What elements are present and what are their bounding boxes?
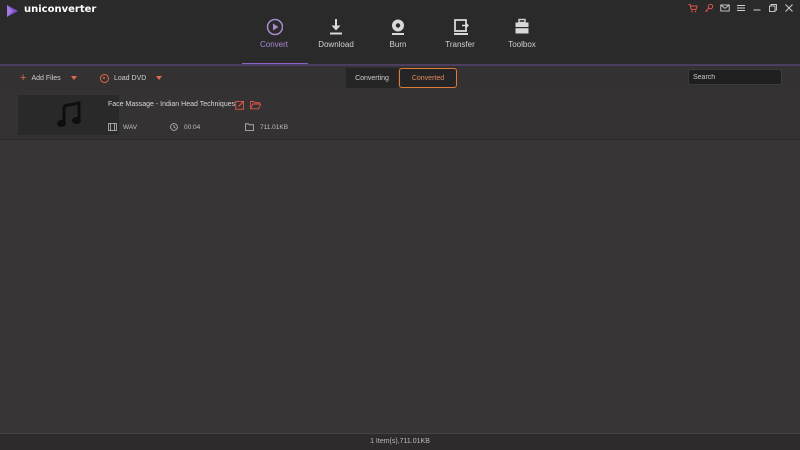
nav-transfer-label: Transfer: [445, 40, 475, 49]
add-files-label: Add Files: [31, 74, 61, 82]
load-dvd-button[interactable]: Load DVD: [100, 72, 163, 84]
title-bar: uniconverter Convert Download Burn Trans…: [0, 0, 800, 65]
close-icon[interactable]: [784, 3, 794, 13]
file-thumbnail: [18, 95, 119, 135]
dvd-icon: [100, 73, 109, 83]
file-format-value: WAV: [123, 123, 138, 131]
tab-converting[interactable]: Converting: [346, 68, 398, 88]
search-input[interactable]: [688, 69, 782, 85]
add-files-button[interactable]: + Add Files: [20, 72, 77, 84]
minimize-icon[interactable]: [752, 3, 762, 13]
download-icon: [330, 19, 342, 35]
burn-icon: [392, 19, 404, 35]
window-controls: [688, 2, 794, 14]
toolbox-icon: [515, 18, 529, 34]
nav-download-label: Download: [318, 40, 354, 49]
nav-download[interactable]: Download: [304, 14, 368, 64]
key-icon[interactable]: [704, 3, 714, 13]
main-nav: Convert Download Burn Transfer Toolbox: [242, 14, 552, 64]
file-size-value: 711.01KB: [260, 123, 289, 131]
file-duration-value: 00:04: [184, 123, 201, 131]
app-window: uniconverter Convert Download Burn Trans…: [0, 0, 800, 450]
status-summary: 1 Item(s),711.01KB: [370, 438, 430, 445]
clock-icon: [170, 123, 178, 131]
nav-convert[interactable]: Convert: [242, 14, 306, 64]
app-logo-icon: [7, 5, 18, 17]
nav-toolbox[interactable]: Toolbox: [490, 14, 554, 64]
mail-icon[interactable]: [720, 3, 730, 13]
maximize-icon[interactable]: [768, 3, 778, 13]
file-size: 711.01KB: [245, 122, 288, 132]
plus-icon: +: [20, 72, 27, 84]
app-name: uniconverter: [24, 4, 97, 15]
file-title: Face Massage - Indian Head Techniques: [108, 101, 236, 108]
nav-convert-label: Convert: [259, 40, 288, 49]
load-dvd-label: Load DVD: [114, 74, 147, 82]
tab-converted[interactable]: Converted: [399, 68, 457, 88]
music-note-icon: [56, 101, 81, 127]
open-folder-icon[interactable]: [250, 100, 261, 110]
file-row[interactable]: Face Massage - Indian Head Techniques WA…: [0, 90, 800, 140]
add-files-dropdown-icon[interactable]: [70, 76, 77, 80]
folder-icon: [245, 123, 254, 131]
convert-icon: [266, 18, 283, 36]
transfer-icon: [454, 19, 469, 35]
nav-transfer[interactable]: Transfer: [428, 14, 492, 64]
nav-burn-label: Burn: [389, 40, 407, 49]
status-bar: 1 Item(s),711.01KB: [0, 433, 800, 450]
file-format: WAV: [108, 122, 137, 132]
film-icon: [108, 123, 117, 131]
nav-burn[interactable]: Burn: [366, 14, 430, 64]
nav-toolbox-label: Toolbox: [508, 40, 536, 49]
edit-icon[interactable]: [235, 100, 245, 110]
menu-icon[interactable]: [736, 3, 746, 13]
load-dvd-dropdown-icon[interactable]: [156, 76, 163, 80]
cart-icon[interactable]: [688, 3, 698, 13]
file-duration: 00:04: [170, 122, 200, 132]
